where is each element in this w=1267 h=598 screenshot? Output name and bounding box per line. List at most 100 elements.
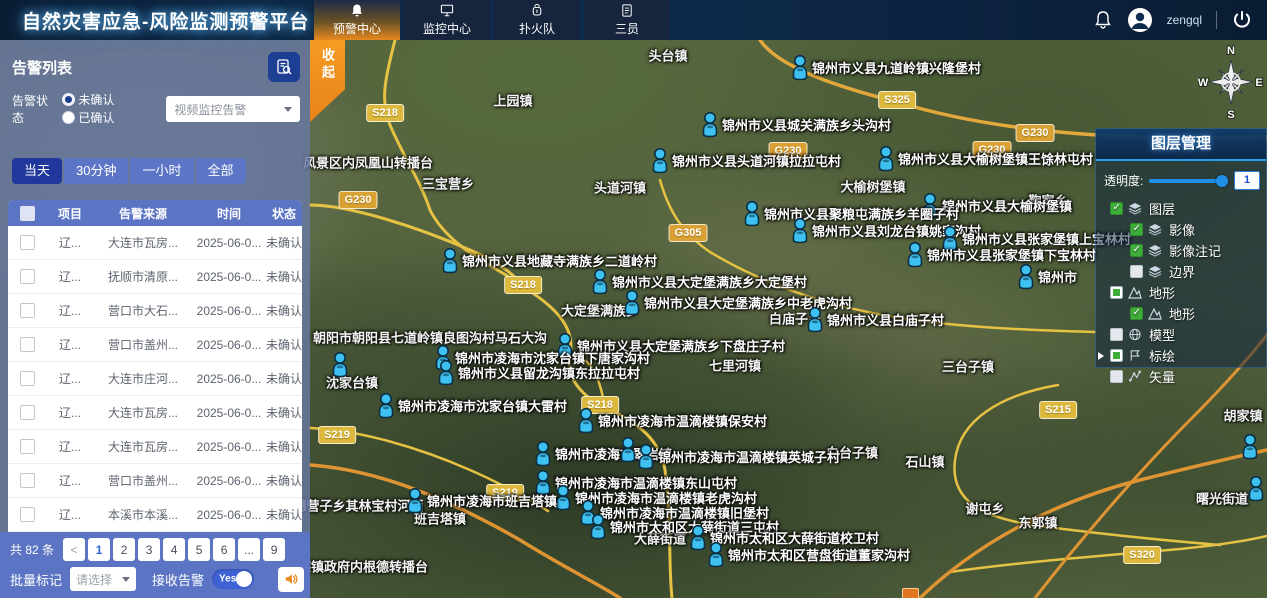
pager-page-6[interactable]: 6 bbox=[213, 538, 235, 561]
row-checkbox[interactable] bbox=[20, 507, 35, 522]
avatar[interactable] bbox=[1127, 7, 1153, 33]
model-icon bbox=[1128, 328, 1142, 341]
layer-checkbox[interactable] bbox=[1110, 202, 1123, 215]
marker-label: 锦州市义县张家堡镇下宝林村 bbox=[927, 245, 1096, 264]
map-marker[interactable]: 锦州市义县大定堡满族乡大定堡村 bbox=[590, 268, 610, 294]
pager-page-1[interactable]: 1 bbox=[88, 538, 110, 561]
layer-checkbox[interactable] bbox=[1130, 223, 1143, 236]
notification-bell-icon[interactable] bbox=[1093, 10, 1113, 30]
row-checkbox[interactable] bbox=[20, 337, 35, 352]
pager-page-3[interactable]: 3 bbox=[138, 538, 160, 561]
map-marker[interactable]: 锦州市凌海市温滴楼镇保安村 bbox=[576, 407, 596, 433]
map-marker[interactable]: 锦州市义县大榆树堡镇王馀林屯村 bbox=[876, 145, 896, 171]
select-all-checkbox[interactable] bbox=[20, 206, 35, 221]
doc-icon bbox=[620, 3, 634, 18]
map-marker[interactable]: 锦州市义县九道岭镇兴隆堡村 bbox=[790, 54, 810, 80]
map-marker[interactable]: 锦州市义县刘龙台镇姚家沟村 bbox=[790, 217, 810, 243]
map-place-label: 石山镇 bbox=[905, 452, 944, 471]
row-checkbox[interactable] bbox=[20, 269, 35, 284]
expand-arrow-icon[interactable] bbox=[1098, 352, 1104, 360]
compass-n: N bbox=[1227, 45, 1235, 57]
map-marker[interactable]: 锦州市义县大定堡满族乡中老虎沟村 bbox=[622, 289, 642, 315]
cell-time: 2025-06-0... bbox=[192, 474, 266, 488]
alert-panel-title: 告警列表 bbox=[12, 57, 72, 78]
map-marker[interactable]: 锦州市义县城关满族乡头沟村 bbox=[700, 111, 720, 137]
compass-s: S bbox=[1227, 109, 1234, 120]
map-marker[interactable]: 锦州市凌海市温滴楼镇英城子村 bbox=[636, 443, 656, 469]
map-marker[interactable]: 锦州市太和区大薛街道校卫村 bbox=[688, 524, 708, 550]
table-row[interactable]: 辽...营口市大石...2025-06-0...未确认 bbox=[8, 294, 302, 328]
pager-page-2[interactable]: 2 bbox=[113, 538, 135, 561]
map-marker[interactable]: 锦州市太和区营盘街道董家沟村 bbox=[706, 541, 726, 567]
row-checkbox[interactable] bbox=[20, 371, 35, 386]
opacity-slider[interactable] bbox=[1149, 179, 1226, 183]
map-marker[interactable]: 锦州市太和区大薛街道三屯村 bbox=[588, 513, 608, 539]
tab-监控中心[interactable]: 监控中心 bbox=[404, 0, 490, 40]
pager-ellipsis[interactable]: ... bbox=[238, 538, 260, 561]
receive-alert-toggle[interactable]: Yes bbox=[212, 569, 254, 589]
table-row[interactable]: 辽...大连市瓦房...2025-06-0...未确认 bbox=[8, 430, 302, 464]
radio-已确认[interactable]: 已确认 bbox=[62, 109, 114, 126]
radio-label: 未确认 bbox=[78, 91, 114, 108]
layer-node-影像注记: 影像注记 bbox=[1096, 240, 1266, 261]
layer-checkbox[interactable] bbox=[1110, 370, 1123, 383]
map-marker[interactable]: 锦州市义县聚粮屯满族乡羊圈子村 bbox=[742, 200, 762, 226]
row-checkbox[interactable] bbox=[20, 405, 35, 420]
receive-alert-label: 接收告警 bbox=[152, 570, 204, 589]
map-marker[interactable]: 锦州市凌海市班吉塔镇 bbox=[405, 487, 425, 513]
radio-未确认[interactable]: 未确认 bbox=[62, 91, 114, 108]
map-marker[interactable]: 锦州市凌海市翠岩镇 bbox=[533, 440, 553, 466]
layer-checkbox[interactable] bbox=[1110, 349, 1123, 362]
table-row[interactable]: 辽...大连市庄河...2025-06-0...未确认 bbox=[8, 362, 302, 396]
layer-checkbox[interactable] bbox=[1110, 286, 1123, 299]
map-marker[interactable] bbox=[330, 351, 350, 377]
username: zengql bbox=[1167, 13, 1202, 27]
table-row[interactable]: 辽...本溪市本溪...2025-06-0...未确认 bbox=[8, 498, 302, 532]
table-row[interactable]: 辽...营口市盖州...2025-06-0...未确认 bbox=[8, 464, 302, 498]
map-marker[interactable]: 锦州市义县白庙子村 bbox=[805, 306, 825, 332]
row-checkbox[interactable] bbox=[20, 303, 35, 318]
tab-扑火队[interactable]: 扑火队 bbox=[494, 0, 580, 40]
time-filter-一小时[interactable]: 一小时 bbox=[130, 158, 193, 184]
map-marker[interactable] bbox=[618, 436, 638, 462]
time-filter-30分钟[interactable]: 30分钟 bbox=[64, 158, 128, 184]
pager-page-9[interactable]: 9 bbox=[263, 538, 285, 561]
pager-prev[interactable]: < bbox=[63, 538, 85, 561]
time-filter-当天[interactable]: 当天 bbox=[12, 158, 62, 184]
layer-node-图层: 图层 bbox=[1096, 198, 1266, 219]
power-logout-icon[interactable] bbox=[1231, 9, 1253, 31]
pager-page-5[interactable]: 5 bbox=[188, 538, 210, 561]
layer-label: 影像注记 bbox=[1169, 241, 1221, 260]
table-row[interactable]: 辽...大连市瓦房...2025-06-0...未确认 bbox=[8, 396, 302, 430]
alert-type-select[interactable]: 视频监控告警 bbox=[166, 96, 300, 122]
layer-checkbox[interactable] bbox=[1130, 307, 1143, 320]
table-row[interactable]: 辽...营口市盖州...2025-06-0...未确认 bbox=[8, 328, 302, 362]
tab-三员[interactable]: 三员 bbox=[584, 0, 670, 40]
opacity-slider-knob[interactable] bbox=[1216, 175, 1228, 187]
map-marker[interactable]: 锦州市凌海市沈家台镇大雷村 bbox=[376, 392, 396, 418]
batch-mark-select[interactable]: 请选择 bbox=[70, 567, 136, 591]
row-checkbox[interactable] bbox=[20, 439, 35, 454]
map-place-label: 胡家镇 bbox=[1223, 406, 1262, 425]
row-checkbox[interactable] bbox=[20, 235, 35, 250]
map-marker[interactable]: 锦州市义县留龙沟镇东拉拉屯村 bbox=[436, 359, 456, 385]
map-marker[interactable]: 锦州市义县地藏寺满族乡二道岭村 bbox=[440, 247, 460, 273]
sound-button[interactable] bbox=[278, 567, 304, 592]
poi-icon[interactable] bbox=[902, 588, 919, 598]
map-marker[interactable] bbox=[1246, 475, 1266, 501]
table-row[interactable]: 辽...抚顺市清原...2025-06-0...未确认 bbox=[8, 260, 302, 294]
layer-checkbox[interactable] bbox=[1130, 244, 1143, 257]
pager-page-4[interactable]: 4 bbox=[163, 538, 185, 561]
map-marker[interactable]: 锦州市义县张家堡镇下宝林村 bbox=[905, 241, 925, 267]
map-marker[interactable] bbox=[1240, 433, 1260, 459]
table-row[interactable]: 辽...大连市瓦房...2025-06-0...未确认 bbox=[8, 226, 302, 260]
time-filter-全部[interactable]: 全部 bbox=[196, 158, 246, 184]
alert-query-button[interactable] bbox=[268, 52, 300, 82]
opacity-value-input[interactable]: 1 bbox=[1234, 171, 1260, 190]
layer-checkbox[interactable] bbox=[1130, 265, 1143, 278]
map-marker[interactable]: 锦州市 bbox=[1016, 263, 1036, 289]
map-marker[interactable]: 锦州市义县头道河镇拉拉屯村 bbox=[650, 147, 670, 173]
tab-预警中心[interactable]: 预警中心 bbox=[314, 0, 400, 40]
layer-checkbox[interactable] bbox=[1110, 328, 1123, 341]
row-checkbox[interactable] bbox=[20, 473, 35, 488]
